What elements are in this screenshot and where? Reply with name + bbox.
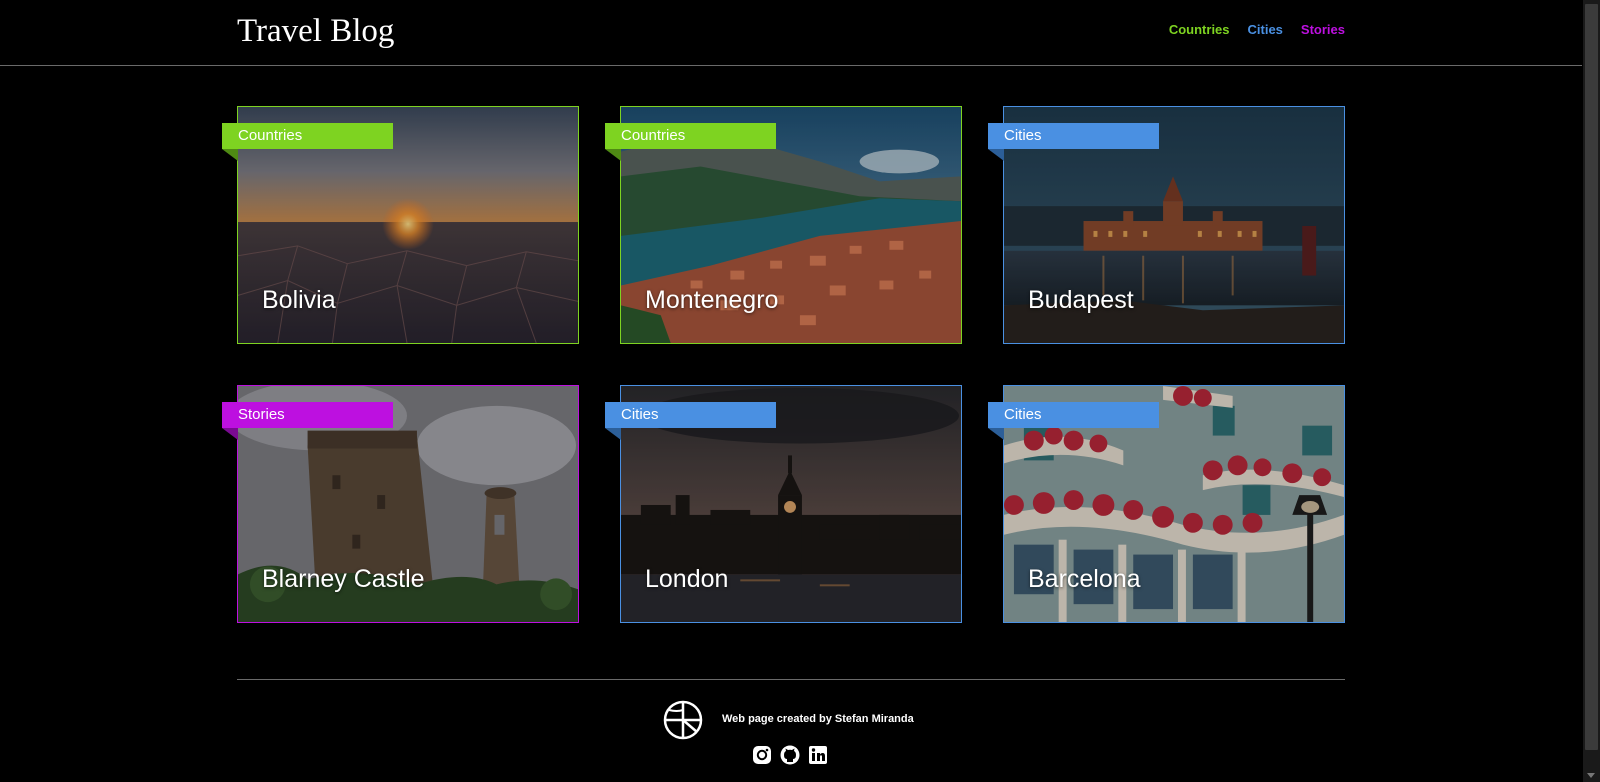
card-budapest[interactable]: Cities Budapest <box>988 106 1345 344</box>
card-montenegro[interactable]: Countries Montenegro <box>605 106 962 344</box>
instagram-icon[interactable] <box>752 745 772 765</box>
tag-fold <box>988 428 1004 440</box>
scrollbar-thumb[interactable] <box>1585 4 1598 750</box>
card-bolivia[interactable]: Countries Bolivia <box>222 106 579 344</box>
tag-fold <box>222 428 238 440</box>
footer-divider <box>237 679 1345 680</box>
tag-fold <box>988 149 1004 161</box>
card-barcelona[interactable]: Cities Barcelona <box>988 385 1345 623</box>
github-icon[interactable] <box>780 745 800 765</box>
category-tag[interactable]: Countries <box>605 123 776 149</box>
category-tag[interactable]: Stories <box>222 402 393 428</box>
site-header: Travel Blog Countries Cities Stories <box>0 0 1582 66</box>
tag-fold <box>605 428 621 440</box>
nav-link-stories[interactable]: Stories <box>1301 22 1345 38</box>
card-title[interactable]: Bolivia <box>262 283 336 317</box>
site-title[interactable]: Travel Blog <box>237 10 394 52</box>
nav-link-countries[interactable]: Countries <box>1169 22 1230 38</box>
main-nav: Countries Cities Stories <box>1169 22 1345 38</box>
category-tag[interactable]: Cities <box>988 123 1159 149</box>
tag-fold <box>222 149 238 161</box>
linkedin-icon[interactable] <box>808 745 828 765</box>
card-title[interactable]: Budapest <box>1028 283 1134 317</box>
card-title[interactable]: Barcelona <box>1028 562 1141 596</box>
tag-fold <box>605 149 621 161</box>
card-london[interactable]: Cities London <box>605 385 962 623</box>
card-title[interactable]: Blarney Castle <box>262 562 425 596</box>
category-tag[interactable]: Countries <box>222 123 393 149</box>
author-logo-icon <box>663 700 703 740</box>
card-title[interactable]: London <box>645 562 728 596</box>
social-links <box>752 745 828 765</box>
nav-link-cities[interactable]: Cities <box>1248 22 1283 38</box>
card-title[interactable]: Montenegro <box>645 283 778 317</box>
category-tag[interactable]: Cities <box>988 402 1159 428</box>
scroll-down-arrow-icon[interactable] <box>1587 773 1595 778</box>
footer-credit: Web page created by Stefan Miranda <box>722 713 914 725</box>
category-tag[interactable]: Cities <box>605 402 776 428</box>
card-blarney-castle[interactable]: Stories Blarney Castle <box>222 385 579 623</box>
vertical-scrollbar[interactable] <box>1583 0 1600 782</box>
